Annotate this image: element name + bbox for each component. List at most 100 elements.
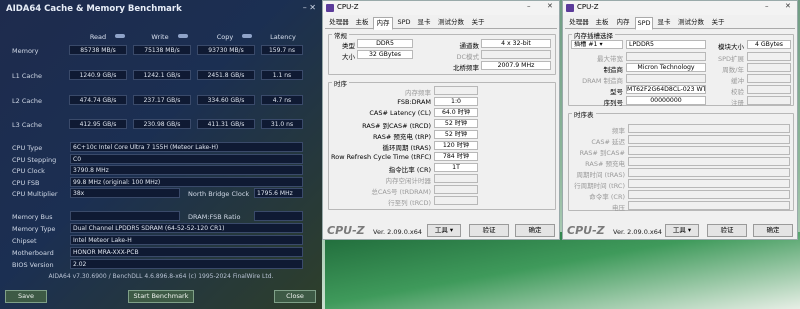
tab-bench[interactable]: 测试分数 xyxy=(675,17,707,29)
window-title: CPU-Z xyxy=(577,3,599,11)
version-label: Ver. 2.09.0.x64 xyxy=(613,228,663,236)
spd-right-value xyxy=(747,52,791,61)
spd-right-value xyxy=(747,96,791,105)
memory-copy: 93730 MB/s xyxy=(197,45,255,55)
l2-copy: 334.60 GB/s xyxy=(197,95,255,105)
timing-row-label: 电压 xyxy=(612,204,625,212)
tab-bar: 处理器 主板 内存 SPD 显卡 测试分数 关于 xyxy=(565,16,795,30)
window-controls[interactable]: – ✕ xyxy=(303,3,316,12)
row-label: Memory xyxy=(12,47,39,55)
nb-clock-value: 1795.6 MHz xyxy=(254,188,303,198)
validate-button[interactable]: 验证 xyxy=(469,224,509,237)
spd-right-label: SPD扩展 xyxy=(717,55,744,63)
timing-label: 行至列 (tRCD) xyxy=(388,199,431,207)
minimize-icon[interactable]: – xyxy=(765,2,769,10)
row-label: L3 Cache xyxy=(12,121,43,129)
spd-field-value: Micron Technology xyxy=(626,63,706,72)
tab-cpu[interactable]: 处理器 xyxy=(327,17,351,29)
minimize-icon[interactable]: – xyxy=(527,2,531,10)
ok-button[interactable]: 确定 xyxy=(515,224,555,237)
timing-row-values xyxy=(628,168,790,177)
spd-field-label: DRAM 制造商 xyxy=(582,77,623,85)
write-indicator xyxy=(178,34,188,38)
tab-memory[interactable]: 内存 xyxy=(613,17,633,29)
bottom-bar: CPU-Z Ver. 2.09.0.x64 工具 ▾ 验证 确定 xyxy=(323,223,559,239)
close-button[interactable]: Close xyxy=(274,290,316,303)
info-label: CPU FSB xyxy=(12,179,40,187)
timing-row-label: CAS# 延迟 xyxy=(591,138,625,146)
slot-type-value: LPDDR5 xyxy=(626,40,706,49)
slot-group-title: 内存插槽选择 xyxy=(572,30,615,40)
slot-select[interactable]: 插槽 #1 ▾ xyxy=(571,40,623,49)
tab-spd[interactable]: SPD xyxy=(395,17,413,29)
timing-value: 784 时钟 xyxy=(434,152,478,161)
tab-memory[interactable]: 内存 xyxy=(373,17,393,30)
copy-indicator xyxy=(242,34,252,38)
info-label: BIOS Version xyxy=(12,261,54,269)
info-label: CPU Multiplier xyxy=(12,190,58,198)
ok-button[interactable]: 确定 xyxy=(753,224,793,237)
tab-about[interactable]: 关于 xyxy=(469,17,487,29)
timing-value: 120 时钟 xyxy=(434,141,478,150)
timing-value: 52 时钟 xyxy=(434,130,478,139)
info-label: Memory Bus xyxy=(12,213,53,221)
window-title: CPU-Z xyxy=(337,3,359,11)
cpu-clock-value: 3790.8 MHz xyxy=(70,165,303,175)
dropdown-arrow-icon: ▾ xyxy=(449,226,454,234)
l3-copy: 411.31 GB/s xyxy=(197,119,255,129)
timing-row-label: RAS# 到CAS# xyxy=(579,149,625,157)
close-icon[interactable]: ✕ xyxy=(785,2,791,10)
spd-field-label: 型号 xyxy=(610,88,623,96)
spd-field-label: 最大带宽 xyxy=(597,55,623,63)
cpu-type-value: 6C+10c Intel Core Ultra 7 155H (Meteor L… xyxy=(70,142,303,152)
row-label: L2 Cache xyxy=(12,97,43,105)
memory-bus-value xyxy=(70,211,180,221)
validate-button[interactable]: 验证 xyxy=(707,224,747,237)
close-icon[interactable]: ✕ xyxy=(547,2,553,10)
size-label: 大小 xyxy=(342,53,355,61)
timing-row-label: RAS# 预充电 xyxy=(585,160,625,168)
tab-bench[interactable]: 测试分数 xyxy=(435,17,467,29)
tab-bar: 处理器 主板 内存 SPD 显卡 测试分数 关于 xyxy=(325,16,557,30)
timing-row-label: 频率 xyxy=(612,127,625,135)
channels-label: 通道数 xyxy=(459,42,480,50)
title-bar: CPU-Z – ✕ xyxy=(323,1,559,15)
wallpaper-wave xyxy=(325,232,800,309)
timing-value: 1:0 xyxy=(434,97,478,106)
l1-write: 1242.1 GB/s xyxy=(133,70,191,80)
timing-value: 52 时钟 xyxy=(434,119,478,128)
start-benchmark-button[interactable]: Start Benchmark xyxy=(128,290,194,303)
l3-read: 412.95 GB/s xyxy=(69,119,127,129)
dram-fsb-label: DRAM:FSB Ratio xyxy=(188,213,241,221)
save-button[interactable]: Save xyxy=(5,290,47,303)
slot-value: 插槽 #1 xyxy=(574,41,598,48)
tab-mainboard[interactable]: 主板 xyxy=(352,17,372,29)
timing-label: 循环周期 (tRAS) xyxy=(382,144,431,152)
read-indicator xyxy=(115,34,125,38)
tab-about[interactable]: 关于 xyxy=(709,17,727,29)
general-group-title: 常规 xyxy=(332,30,349,40)
spd-right-label: 校验 xyxy=(731,88,744,96)
nb-freq-label: 北桥频率 xyxy=(453,64,479,72)
timing-value xyxy=(434,86,478,95)
tab-graphics[interactable]: 显卡 xyxy=(654,17,674,29)
tab-mainboard[interactable]: 主板 xyxy=(592,17,612,29)
window-title: AIDA64 Cache & Memory Benchmark xyxy=(6,4,182,14)
tab-spd[interactable]: SPD xyxy=(635,17,653,30)
module-size-label: 模块大小 xyxy=(718,43,744,51)
spd-field-value: 00000000 xyxy=(626,96,706,105)
timing-row-values xyxy=(628,124,790,133)
tab-graphics[interactable]: 显卡 xyxy=(414,17,434,29)
cpu-stepping-value: C0 xyxy=(70,154,303,164)
timing-row-values xyxy=(628,179,790,188)
memory-type-value: Dual Channel LPDDR5 SDRAM (64-52-52-120 … xyxy=(70,223,303,233)
dc-mode-label: DC模式 xyxy=(456,53,479,61)
l2-write: 237.17 GB/s xyxy=(133,95,191,105)
tools-button[interactable]: 工具 ▾ xyxy=(427,224,461,237)
dc-mode-value xyxy=(481,50,551,59)
tools-button[interactable]: 工具 ▾ xyxy=(665,224,699,237)
cpuz-logo: CPU-Z xyxy=(327,224,365,237)
channels-value: 4 x 32-bit xyxy=(481,39,551,48)
spd-field-label: 序列号 xyxy=(603,99,624,107)
tab-cpu[interactable]: 处理器 xyxy=(567,17,591,29)
